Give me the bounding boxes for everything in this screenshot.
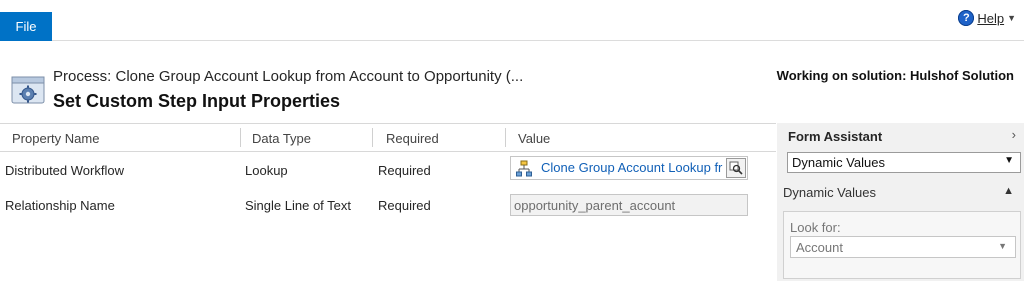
row-property-name: Relationship Name xyxy=(5,198,115,213)
form-assistant-panel: Form Assistant › Dynamic Values ▼ Dynami… xyxy=(777,123,1024,281)
magnifier-icon xyxy=(729,161,743,175)
row-required: Required xyxy=(378,163,431,178)
help-label: Help xyxy=(977,10,1005,26)
row-data-type: Lookup xyxy=(245,163,288,178)
column-header-data-type[interactable]: Data Type xyxy=(252,131,311,146)
page-title: Set Custom Step Input Properties xyxy=(53,91,341,111)
lookup-value-link[interactable]: Clone Group Account Lookup fr xyxy=(541,160,727,175)
dropdown-arrow-icon: ▼ xyxy=(998,241,1007,251)
column-header-required[interactable]: Required xyxy=(386,131,439,146)
look-for-select[interactable]: Account ▼ xyxy=(790,236,1016,258)
process-gear-icon xyxy=(11,76,45,104)
lookup-search-button[interactable] xyxy=(726,158,746,178)
help-menu[interactable]: ? Help ▼ xyxy=(958,10,1016,26)
solution-label: Working on solution: Hulshof Solution xyxy=(776,68,1014,83)
workflow-icon xyxy=(516,160,532,177)
column-divider xyxy=(240,128,241,147)
form-assistant-select[interactable]: Dynamic Values ▼ xyxy=(787,152,1021,173)
column-divider xyxy=(505,128,506,147)
help-icon: ? xyxy=(958,10,975,26)
dropdown-arrow-icon: ▼ xyxy=(1004,155,1014,166)
look-for-label: Look for: xyxy=(790,220,841,235)
process-subtitle: Process: Clone Group Account Lookup from… xyxy=(53,68,524,85)
column-divider xyxy=(372,128,373,147)
column-header-property-name[interactable]: Property Name xyxy=(12,131,99,146)
collapse-up-icon[interactable]: ▲ xyxy=(1003,185,1014,197)
relationship-name-field[interactable]: opportunity_parent_account xyxy=(510,194,748,216)
dynamic-values-section: Look for: Account ▼ xyxy=(783,211,1021,279)
form-assistant-title: Form Assistant xyxy=(788,129,883,144)
grid-header: Property Name Data Type Required Value xyxy=(0,123,776,152)
row-property-name: Distributed Workflow xyxy=(5,163,124,178)
distributed-workflow-lookup[interactable]: Clone Group Account Lookup fr xyxy=(510,156,748,180)
form-assistant-selected: Dynamic Values xyxy=(792,155,885,170)
ribbon: File ? Help ▼ xyxy=(0,0,1024,41)
row-data-type: Single Line of Text xyxy=(245,198,351,213)
chevron-right-icon[interactable]: › xyxy=(1012,127,1016,142)
column-header-value[interactable]: Value xyxy=(518,131,550,146)
look-for-value: Account xyxy=(796,240,843,255)
row-required: Required xyxy=(378,198,431,213)
chevron-down-icon: ▼ xyxy=(1007,13,1016,23)
file-tab[interactable]: File xyxy=(0,12,52,41)
dynamic-values-header[interactable]: Dynamic Values xyxy=(783,185,876,200)
